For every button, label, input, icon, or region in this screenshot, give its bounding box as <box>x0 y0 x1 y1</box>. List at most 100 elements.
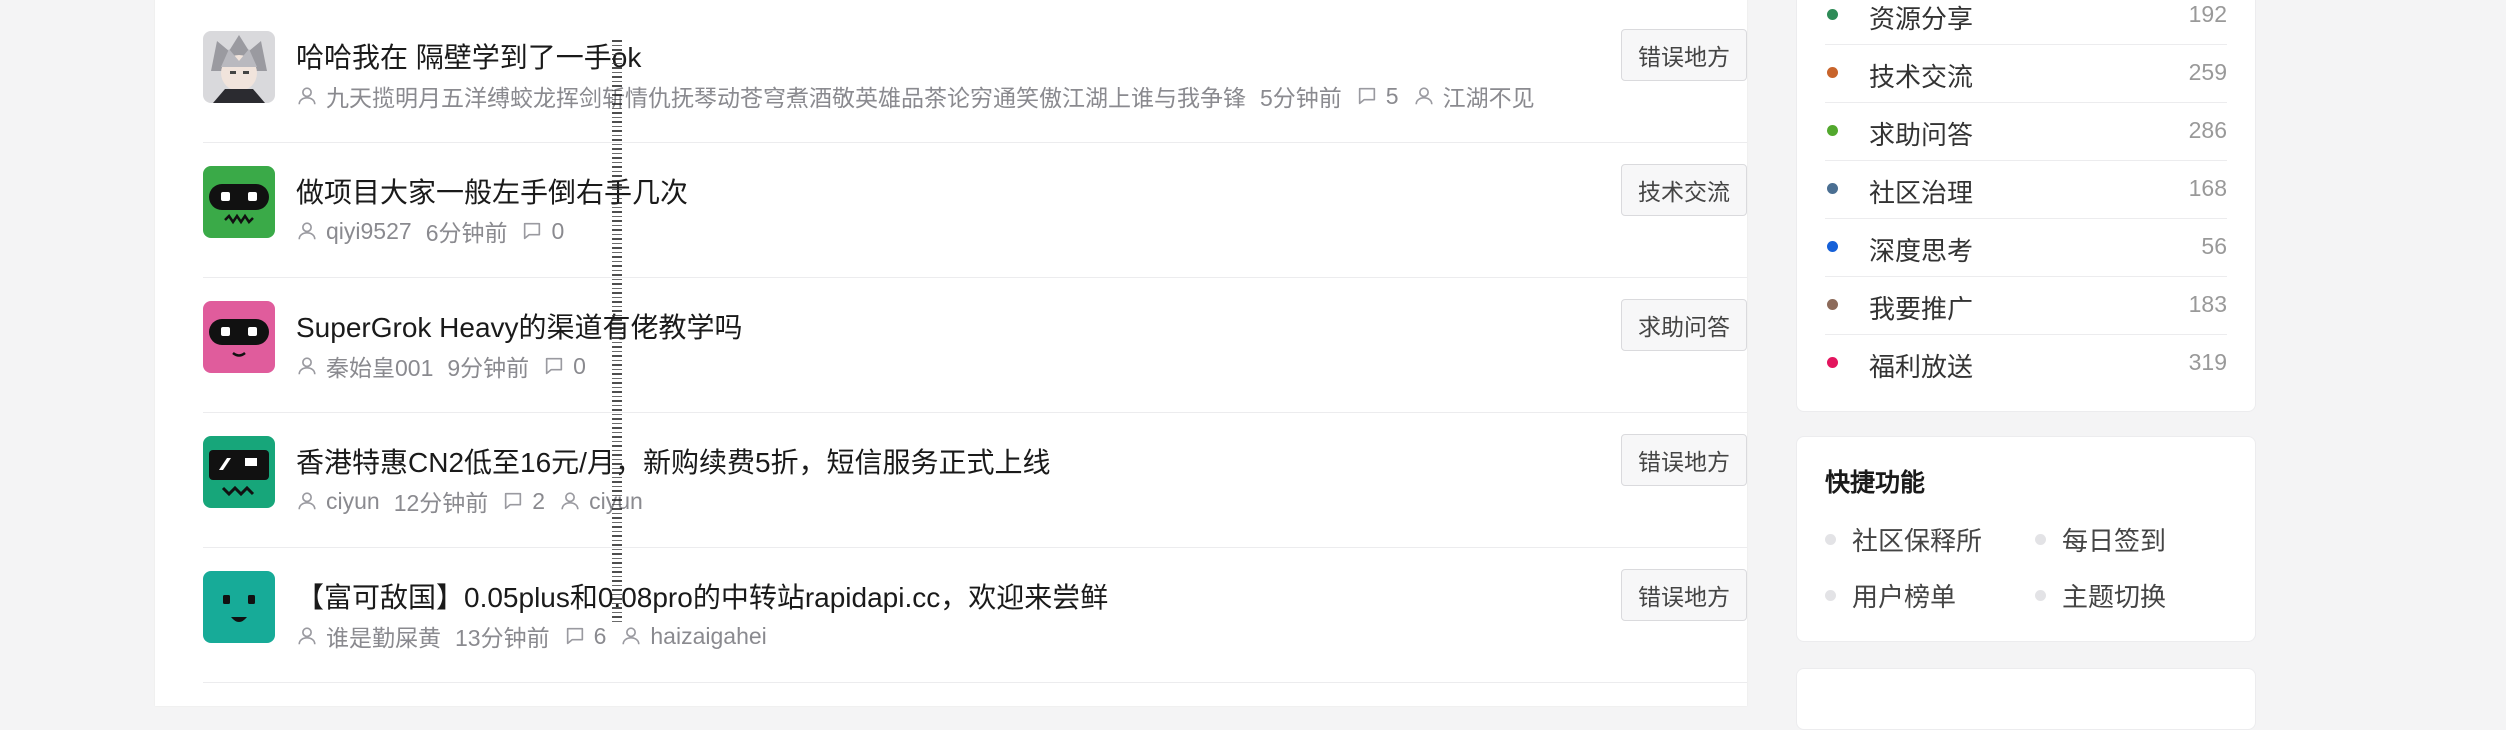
bullet-dot-icon <box>2035 590 2046 601</box>
topic-title[interactable]: 香港特惠CN2低至16元/月，新购续费5折，短信服务正式上线 <box>296 441 1051 481</box>
category-count: 286 <box>2188 117 2227 143</box>
user-icon <box>298 627 316 645</box>
quick-functions-title: 快捷功能 <box>1825 469 1926 497</box>
topic-row[interactable]: SuperGrok Heavy的渠道有佬教学吗 秦始皇001 9分钟前 0 求助… <box>203 277 1747 412</box>
topic-author[interactable]: ciyun <box>296 488 380 515</box>
category-tag[interactable]: 错误地方 <box>1621 569 1747 621</box>
topic-replies: 5 <box>1356 83 1399 110</box>
quick-item-leaderboard[interactable]: 用户榜单 <box>1825 577 1956 614</box>
reply-count: 5 <box>1385 82 1399 109</box>
topic-author[interactable]: qiyi9527 <box>296 218 412 245</box>
topic-time: 12分钟前 <box>393 490 489 516</box>
reply-count: 2 <box>532 487 546 514</box>
category-item-help[interactable]: 求助问答 286 <box>1825 102 2227 161</box>
quick-item-theme-switch[interactable]: 主题切换 <box>2035 577 2166 614</box>
quick-item-label: 社区保释所 <box>1852 526 1983 556</box>
category-dot-icon <box>1827 241 1838 252</box>
category-count: 319 <box>2188 349 2227 375</box>
user-icon <box>298 87 316 105</box>
last-reply-user: 江湖不见 <box>1442 85 1535 111</box>
category-count: 259 <box>2188 59 2227 85</box>
category-item-promotion[interactable]: 我要推广 183 <box>1825 276 2227 335</box>
category-tag[interactable]: 错误地方 <box>1621 434 1747 486</box>
category-dot-icon <box>1827 357 1838 368</box>
category-count: 56 <box>2201 233 2227 259</box>
category-count: 192 <box>2188 1 2227 27</box>
bullet-dot-icon <box>2035 534 2046 545</box>
category-card: 资源分享 192 技术交流 259 求助问答 286 社区治理 168 深度思考… <box>1796 0 2256 412</box>
topic-replies: 0 <box>543 353 586 380</box>
category-name: 技术交流 <box>1869 62 1974 92</box>
topic-title[interactable]: 【富可敌国】0.05plus和0.08pro的中转站rapidapi.cc，欢迎… <box>296 576 1108 616</box>
topic-replies: 6 <box>564 622 607 650</box>
topic-row[interactable]: 哈哈我在 隔壁学到了一手ok 九天揽明月五洋缚蛟龙挥剑斩情仇抚琴动苍穹煮酒敬英雄… <box>203 8 1747 142</box>
category-dot-icon <box>1827 299 1838 310</box>
quick-item-daily-checkin[interactable]: 每日签到 <box>2035 521 2166 558</box>
topic-author[interactable]: 秦始皇001 <box>296 349 433 383</box>
category-tag[interactable]: 技术交流 <box>1621 164 1747 216</box>
category-tag[interactable]: 求助问答 <box>1621 299 1747 351</box>
topic-last-reply[interactable]: ciyun <box>559 488 643 515</box>
quick-item-bail-office[interactable]: 社区保释所 <box>1825 521 1982 558</box>
comment-icon <box>524 222 541 240</box>
topic-last-reply[interactable]: 江湖不见 <box>1413 79 1535 113</box>
author-name: 谁是勤屎黄 <box>326 625 441 651</box>
anime-avatar-icon[interactable] <box>203 31 275 103</box>
reply-count: 0 <box>551 217 565 244</box>
category-count: 183 <box>2188 291 2227 317</box>
category-tag[interactable]: 错误地方 <box>1621 29 1747 81</box>
topic-meta: 九天揽明月五洋缚蛟龙挥剑斩情仇抚琴动苍穹煮酒敬英雄品茶论穷通笑傲江湖上谁与我争锋… <box>296 79 1549 113</box>
author-name: 九天揽明月五洋缚蛟龙挥剑斩情仇抚琴动苍穹煮酒敬英雄品茶论穷通笑傲江湖上谁与我争锋 <box>326 85 1246 111</box>
topic-author[interactable]: 谁是勤屎黄 <box>296 619 441 653</box>
topic-time: 13分钟前 <box>455 625 550 651</box>
topic-meta: 谁是勤屎黄 13分钟前 6 haizaigahei <box>296 619 781 653</box>
topic-time: 6分钟前 <box>425 220 508 246</box>
reply-count: 0 <box>573 352 586 379</box>
comment-icon <box>505 492 522 510</box>
category-item-deep-thinking[interactable]: 深度思考 56 <box>1825 218 2227 277</box>
topic-list: 哈哈我在 隔壁学到了一手ok 九天揽明月五洋缚蛟龙挥剑斩情仇抚琴动苍穹煮酒敬英雄… <box>203 8 1747 723</box>
category-name: 福利放送 <box>1869 352 1974 382</box>
last-reply-user: haizaigahei <box>650 622 767 649</box>
user-icon <box>298 222 316 240</box>
quick-item-label: 主题切换 <box>2062 582 2167 612</box>
robot-avatar-icon[interactable] <box>203 436 275 508</box>
category-name: 社区治理 <box>1869 178 1974 208</box>
comment-icon <box>566 627 583 645</box>
topic-row <box>203 682 1747 723</box>
robot-avatar-icon[interactable] <box>203 166 275 238</box>
quick-functions-card: 快捷功能 社区保释所 每日签到 用户榜单 主题切换 <box>1796 436 2256 642</box>
sidebar-card <box>1796 668 2256 730</box>
quick-item-label: 每日签到 <box>2062 526 2167 556</box>
category-item-resource-share[interactable]: 资源分享 192 <box>1825 0 2227 45</box>
user-icon <box>1414 87 1433 105</box>
topic-title[interactable]: 哈哈我在 隔壁学到了一手ok <box>296 36 641 76</box>
bullet-dot-icon <box>1825 590 1836 601</box>
category-dot-icon <box>1827 125 1838 136</box>
topic-title[interactable]: SuperGrok Heavy的渠道有佬教学吗 <box>296 306 743 346</box>
category-item-giveaway[interactable]: 福利放送 319 <box>1825 334 2227 392</box>
user-icon <box>561 492 579 510</box>
reply-count: 6 <box>593 622 607 649</box>
category-item-tech[interactable]: 技术交流 259 <box>1825 44 2227 103</box>
topic-last-reply[interactable]: haizaigahei <box>620 622 767 650</box>
comment-icon <box>1358 87 1375 105</box>
author-name: ciyun <box>326 487 380 514</box>
topic-title[interactable]: 做项目大家一般左手倒右手几次 <box>296 171 688 211</box>
topic-row[interactable]: 做项目大家一般左手倒右手几次 qiyi9527 6分钟前 0 技术交流 <box>203 142 1747 277</box>
topic-row[interactable]: 【富可敌国】0.05plus和0.08pro的中转站rapidapi.cc，欢迎… <box>203 547 1747 682</box>
quick-item-label: 用户榜单 <box>1852 582 1957 612</box>
topic-meta: qiyi9527 6分钟前 0 <box>296 214 578 248</box>
bullet-dot-icon <box>1825 534 1836 545</box>
category-dot-icon <box>1827 183 1838 194</box>
category-dot-icon <box>1827 67 1838 78</box>
robot-avatar-icon[interactable] <box>203 571 275 643</box>
user-icon <box>298 357 316 375</box>
robot-avatar-icon[interactable] <box>203 301 275 373</box>
category-name: 深度思考 <box>1869 236 1974 266</box>
category-item-governance[interactable]: 社区治理 168 <box>1825 160 2227 219</box>
category-name: 资源分享 <box>1869 4 1974 34</box>
topic-replies: 2 <box>502 488 545 515</box>
topic-row[interactable]: 香港特惠CN2低至16元/月，新购续费5折，短信服务正式上线 ciyun 12分… <box>203 412 1747 547</box>
topic-author[interactable]: 九天揽明月五洋缚蛟龙挥剑斩情仇抚琴动苍穹煮酒敬英雄品茶论穷通笑傲江湖上谁与我争锋 <box>296 79 1246 113</box>
